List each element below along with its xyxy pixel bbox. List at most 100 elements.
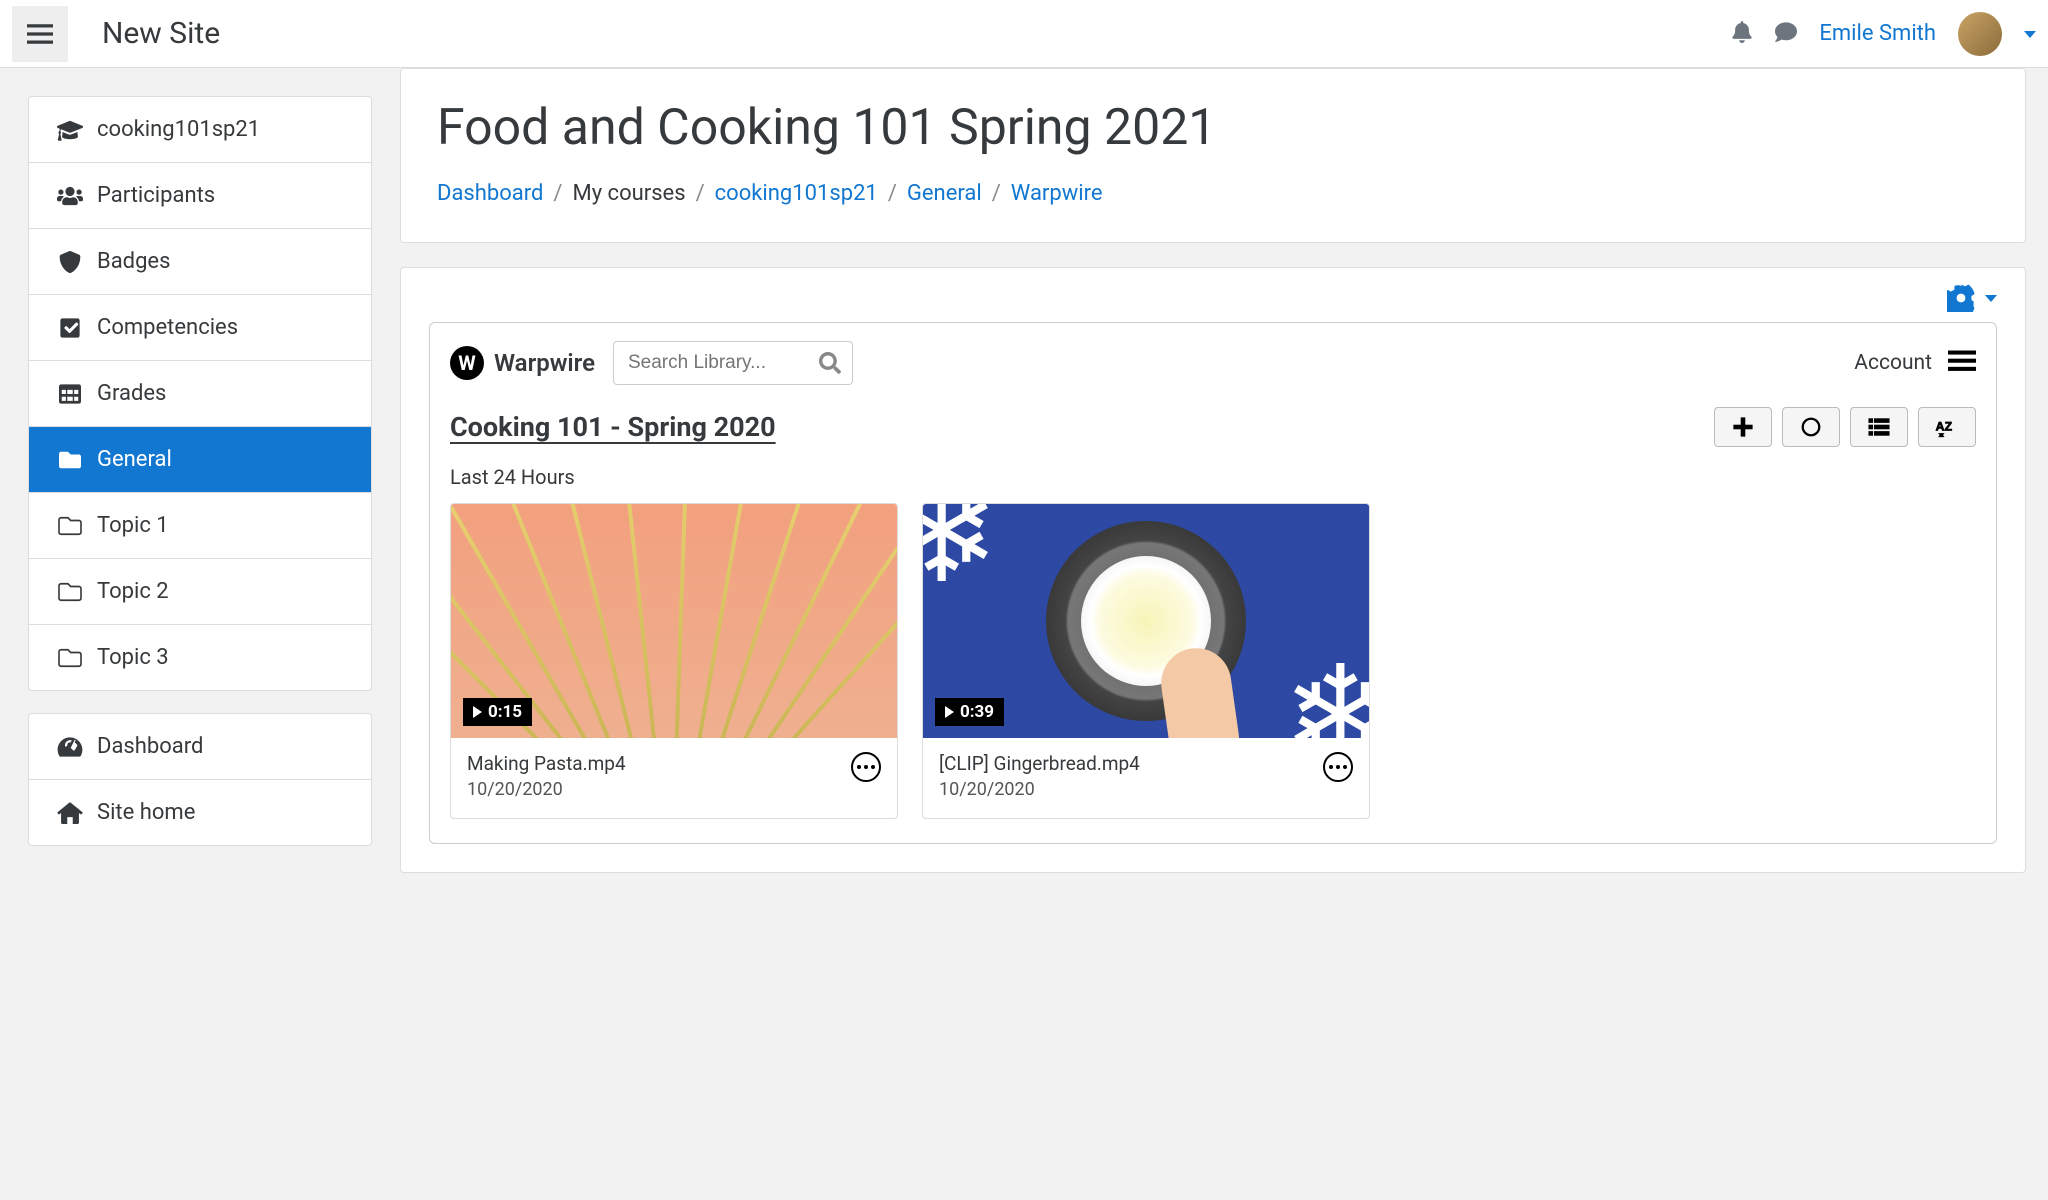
tachometer-icon [57,736,83,758]
play-icon [473,706,482,718]
sidebar: cooking101sp21 Participants Badges Compe… [0,68,400,901]
caret-down-icon [2024,31,2036,38]
user-menu-caret[interactable] [2024,26,2036,41]
caret-down-icon [1985,295,1997,302]
sidebar-item-topic2[interactable]: Topic 2 [29,558,371,624]
more-options-button[interactable] [1323,752,1353,782]
video-date: 10/20/2020 [939,779,1323,800]
sidebar-item-dashboard[interactable]: Dashboard [29,714,371,779]
sidebar-item-label: Site home [97,800,195,825]
library-title-link[interactable]: Cooking 101 - Spring 2020 [450,411,776,443]
bc-warpwire[interactable]: Warpwire [1011,181,1103,206]
sidebar-item-badges[interactable]: Badges [29,228,371,294]
menu-icon [1948,350,1976,372]
sort-button[interactable]: AZ [1918,407,1976,447]
sidebar-item-general[interactable]: General [29,426,371,492]
video-title: Making Pasta.mp4 [467,752,851,775]
gear-icon [1947,284,1975,312]
table-icon [57,383,83,405]
video-meta: [CLIP] Gingerbread.mp4 10/20/2020 [923,738,1369,818]
chat-icon [1775,21,1797,43]
users-icon [57,185,83,207]
sidebar-item-competencies[interactable]: Competencies [29,294,371,360]
duration-badge: 0:15 [463,698,532,726]
topbar: New Site Emile Smith [0,0,2048,68]
home-icon [57,802,83,824]
svg-text:A: A [1936,419,1945,433]
play-icon [945,706,954,718]
account-link[interactable]: Account [1854,351,1932,375]
notifications-button[interactable] [1731,21,1753,46]
sidebar-item-label: cooking101sp21 [97,117,260,142]
sidebar-item-course[interactable]: cooking101sp21 [29,97,371,162]
add-button[interactable] [1714,407,1772,447]
warpwire-topbar: W Warpwire Account [450,341,1976,385]
search-icon [819,352,841,374]
nav-panel-course: cooking101sp21 Participants Badges Compe… [28,96,372,691]
sidebar-item-label: Topic 3 [97,645,169,670]
search-input[interactable] [613,341,853,385]
sidebar-item-label: General [97,447,172,472]
sidebar-item-grades[interactable]: Grades [29,360,371,426]
more-options-button[interactable] [851,752,881,782]
nav-panel-site: Dashboard Site home [28,713,372,846]
video-card[interactable]: ❄ ❄ 0:39 [CLIP] Gingerbread.mp4 10/20/20… [922,503,1370,819]
bell-icon [1731,21,1753,43]
sidebar-item-label: Competencies [97,315,238,340]
folder-icon [57,449,83,471]
sidebar-item-participants[interactable]: Participants [29,162,371,228]
video-thumbnail: ❄ ❄ 0:39 [923,504,1369,738]
sidebar-item-label: Badges [97,249,170,274]
video-thumbnail: 0:15 [451,504,897,738]
sidebar-item-topic1[interactable]: Topic 1 [29,492,371,558]
warpwire-logo-mark: W [450,346,484,380]
warpwire-logo-text: Warpwire [494,349,595,377]
plus-icon [1730,416,1756,438]
hamburger-menu-button[interactable] [1948,350,1976,376]
bc-course[interactable]: cooking101sp21 [715,181,878,206]
messages-button[interactable] [1775,21,1797,46]
main-content: Food and Cooking 101 Spring 2021 Dashboa… [400,68,2048,901]
breadcrumb: Dashboard / My courses / cooking101sp21 … [437,181,1989,206]
sidebar-item-sitehome[interactable]: Site home [29,779,371,845]
duration-badge: 0:39 [935,698,1004,726]
sidebar-item-label: Topic 2 [97,579,169,604]
avatar[interactable] [1958,12,2002,56]
bc-sep: / [696,181,705,206]
bc-general[interactable]: General [907,181,982,206]
bc-dashboard[interactable]: Dashboard [437,181,543,206]
video-date: 10/20/2020 [467,779,851,800]
content-card: W Warpwire Account Cookin [400,267,2026,873]
sidebar-item-topic3[interactable]: Topic 3 [29,624,371,690]
warpwire-topbar-right: Account [1854,350,1976,376]
svg-text:Z: Z [1945,419,1953,433]
sidebar-item-label: Participants [97,183,215,208]
shield-icon [57,251,83,273]
video-grid: 0:15 Making Pasta.mp4 10/20/2020 ❄ [450,503,1976,819]
video-card[interactable]: 0:15 Making Pasta.mp4 10/20/2020 [450,503,898,819]
bc-sep: / [992,181,1001,206]
library-header: Cooking 101 - Spring 2020 AZ [450,407,1976,447]
page-title: Food and Cooking 101 Spring 2021 [437,99,1989,157]
video-title: [CLIP] Gingerbread.mp4 [939,752,1323,775]
check-square-icon [57,317,83,339]
hamburger-button[interactable] [12,6,68,62]
warpwire-logo[interactable]: W Warpwire [450,346,595,380]
warpwire-frame: W Warpwire Account Cookin [429,322,1997,844]
sort-az-icon: AZ [1934,416,1960,438]
list-icon [1866,416,1892,438]
folder-o-icon [57,515,83,537]
sidebar-item-label: Grades [97,381,166,406]
hamburger-icon [27,21,53,47]
search-container [613,341,853,385]
section-label: Last 24 Hours [450,465,1976,489]
header-card: Food and Cooking 101 Spring 2021 Dashboa… [400,68,2026,243]
settings-menu[interactable] [429,284,1997,312]
library-tools: AZ [1714,407,1976,447]
bc-mycourses: My courses [572,181,685,206]
bc-sep: / [888,181,897,206]
list-view-button[interactable] [1850,407,1908,447]
user-name-link[interactable]: Emile Smith [1819,21,1936,46]
folder-o-icon [57,581,83,603]
record-button[interactable] [1782,407,1840,447]
